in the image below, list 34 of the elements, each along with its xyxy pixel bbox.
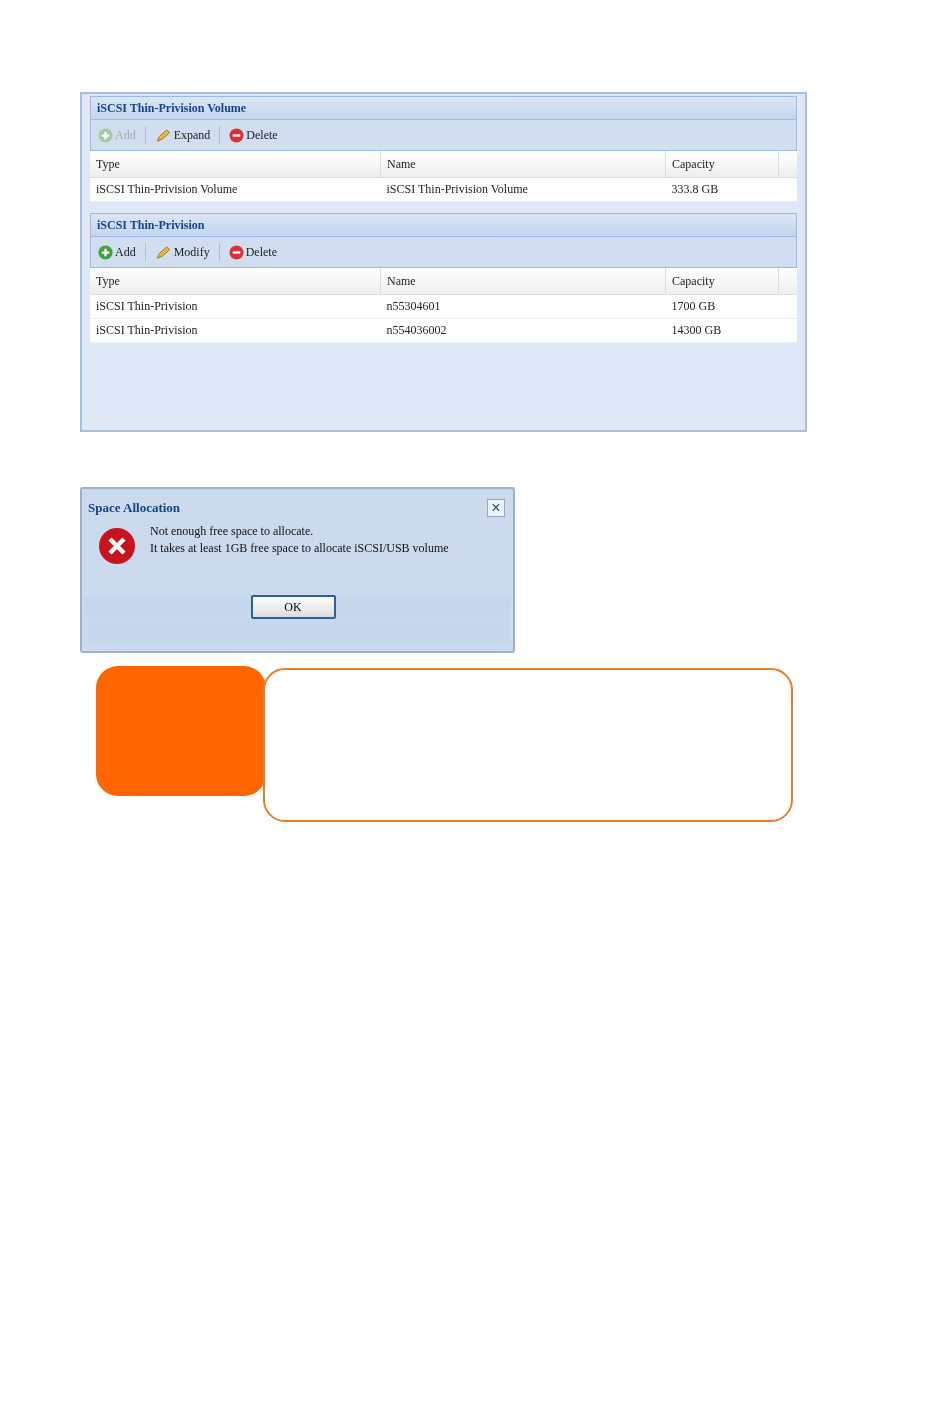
pencil-icon (154, 244, 172, 260)
table-cell: 14300 GB (665, 318, 779, 343)
table-cell: iSCSI Thin-Privision Volume (380, 177, 666, 202)
table-cell: n554036002 (380, 318, 666, 343)
add-button[interactable]: Add (95, 242, 139, 262)
column-header[interactable]: Name (380, 268, 666, 295)
delete-button[interactable]: Delete (225, 242, 280, 262)
edit-button[interactable]: Expand (151, 125, 214, 145)
ok-button[interactable]: OK (250, 595, 336, 619)
error-message: Not enough free space to allocate. (150, 523, 315, 540)
error-message: It takes at least 1GB free space to allocate iSCSI/USB volume (150, 540, 449, 557)
table-cell: iSCSI Thin-Privision (90, 294, 381, 319)
plus-icon (98, 127, 113, 143)
column-header[interactable]: Name (380, 151, 666, 178)
table-cell: 333.8 GB (665, 177, 779, 202)
pencil-icon (154, 127, 172, 143)
minus-icon (229, 127, 245, 143)
column-header[interactable]: Capacity (665, 151, 779, 178)
close-button[interactable]: × (487, 499, 505, 517)
error-icon (98, 527, 136, 565)
minus-icon (228, 244, 244, 260)
table-cell: n55304601 (380, 294, 666, 319)
column-header[interactable]: Capacity (665, 268, 779, 295)
column-header[interactable]: Type (90, 151, 381, 178)
delete-button[interactable]: Delete (226, 125, 281, 145)
table-cell: 1700 GB (665, 294, 779, 319)
edit-button[interactable]: Modify (151, 242, 213, 262)
panel-title: iSCSI Thin-Privision Volume (90, 96, 797, 120)
column-header[interactable]: Type (90, 268, 381, 295)
plus-icon (98, 244, 113, 260)
table-cell: iSCSI Thin-Privision (90, 318, 381, 343)
panel-title: iSCSI Thin-Privision (90, 213, 797, 237)
table-cell: iSCSI Thin-Privision Volume (90, 177, 381, 202)
dialog-title: Space Allocation (88, 500, 181, 516)
